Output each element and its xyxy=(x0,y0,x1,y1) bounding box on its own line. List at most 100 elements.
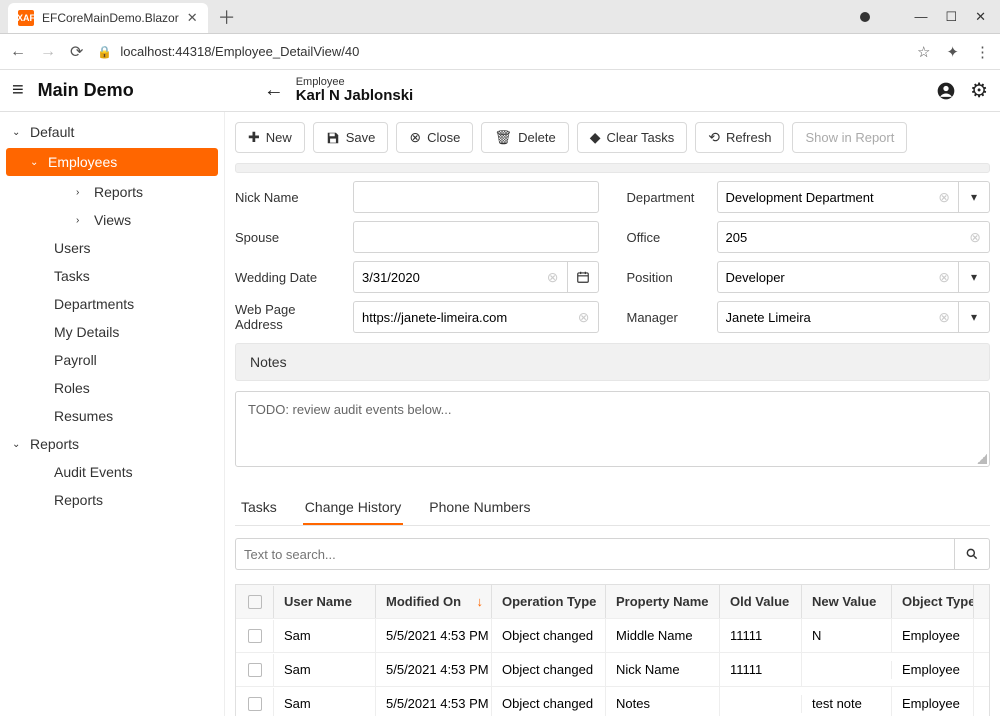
wedding-date-input[interactable]: ⊗ xyxy=(353,261,567,293)
url-field[interactable]: 🔒 localhost:44318/Employee_DetailView/40 xyxy=(97,44,903,59)
detail-tabs: Tasks Change History Phone Numbers xyxy=(235,491,990,526)
account-icon[interactable] xyxy=(936,81,956,101)
notes-header: Notes xyxy=(235,343,990,381)
plus-icon: ✚ xyxy=(248,129,260,146)
new-tab-button[interactable]: ＋ xyxy=(218,4,236,30)
cell-old xyxy=(720,695,802,713)
delete-button[interactable]: 🗑Delete xyxy=(481,122,568,153)
sidebar-item-audit-events[interactable]: Audit Events xyxy=(0,458,224,486)
sidebar-item-employees[interactable]: ⌄Employees xyxy=(6,148,218,176)
refresh-button[interactable]: ⟲Refresh xyxy=(695,122,784,153)
clear-icon[interactable]: ⊗ xyxy=(938,269,950,286)
clear-tasks-button[interactable]: ◆Clear Tasks xyxy=(577,122,687,153)
department-input[interactable]: ⊗ xyxy=(717,181,959,213)
web-page-label: Web Page Address xyxy=(235,302,343,332)
manager-label: Manager xyxy=(627,310,707,325)
nick-name-input[interactable] xyxy=(353,181,599,213)
gear-icon[interactable]: ⚙ xyxy=(970,78,988,103)
window-maximize-button[interactable]: ☐ xyxy=(945,9,957,25)
sidebar-item-roles[interactable]: Roles xyxy=(0,374,224,402)
position-input[interactable]: ⊗ xyxy=(717,261,959,293)
tab-change-history[interactable]: Change History xyxy=(303,491,404,525)
office-input[interactable]: ⊗ xyxy=(717,221,991,253)
col-property[interactable]: Property Name xyxy=(606,585,720,618)
sidebar-item-departments[interactable]: Departments xyxy=(0,290,224,318)
nav-back-icon[interactable]: ← xyxy=(10,43,26,61)
window-close-button[interactable]: ✕ xyxy=(975,9,986,25)
clear-icon[interactable]: ⊗ xyxy=(547,269,559,286)
col-modified[interactable]: Modified On xyxy=(376,585,492,618)
spouse-input[interactable] xyxy=(353,221,599,253)
grid-search-button[interactable] xyxy=(954,538,990,570)
sidebar-item-my-details[interactable]: My Details xyxy=(0,318,224,346)
grid-search-input[interactable] xyxy=(235,538,954,570)
col-user[interactable]: User Name xyxy=(274,585,376,618)
department-label: Department xyxy=(627,190,707,205)
tab-phone-numbers[interactable]: Phone Numbers xyxy=(427,491,532,525)
sidebar-item-employees-reports[interactable]: ›Reports xyxy=(0,178,224,206)
nav-reload-icon[interactable]: ⟳ xyxy=(70,42,83,62)
browser-address-bar: ← → ⟳ 🔒 localhost:44318/Employee_DetailV… xyxy=(0,34,1000,70)
chevron-down-icon: ⌄ xyxy=(12,127,22,138)
sidebar-item-users[interactable]: Users xyxy=(0,234,224,262)
clear-icon[interactable]: ⊗ xyxy=(938,189,950,206)
cell-modified: 5/5/2021 4:53 PM xyxy=(376,653,492,686)
manager-dropdown-button[interactable]: ▾ xyxy=(958,301,990,333)
sidebar-item-tasks[interactable]: Tasks xyxy=(0,262,224,290)
col-operation[interactable]: Operation Type xyxy=(492,585,606,618)
hamburger-icon[interactable]: ≡ xyxy=(12,79,24,102)
back-arrow-icon[interactable]: ← xyxy=(264,79,284,102)
row-checkbox[interactable] xyxy=(236,620,274,652)
department-dropdown-button[interactable]: ▾ xyxy=(958,181,990,213)
toolbar: ✚New Save ⊗Close 🗑Delete ◆Clear Tasks ⟲R… xyxy=(225,112,1000,163)
tab-tasks[interactable]: Tasks xyxy=(239,491,279,525)
sidebar-item-reports-root[interactable]: ⌄Reports xyxy=(0,430,224,458)
calendar-button[interactable] xyxy=(567,261,599,293)
close-circle-icon: ⊗ xyxy=(409,129,421,146)
col-old[interactable]: Old Value xyxy=(720,585,802,618)
browser-titlebar: XAF EFCoreMainDemo.Blazor ✕ ＋ — ☐ ✕ xyxy=(0,0,1000,34)
position-dropdown-button[interactable]: ▾ xyxy=(958,261,990,293)
window-minimize-button[interactable]: — xyxy=(914,9,927,24)
table-row[interactable]: Sam5/5/2021 4:53 PMObject changedMiddle … xyxy=(236,618,989,652)
position-label: Position xyxy=(627,270,707,285)
resize-handle-icon[interactable] xyxy=(977,454,987,464)
table-row[interactable]: Sam5/5/2021 4:53 PMObject changedNoteste… xyxy=(236,686,989,716)
show-in-report-button[interactable]: Show in Report xyxy=(792,122,907,153)
tab-close-icon[interactable]: ✕ xyxy=(187,10,198,26)
sidebar-item-payroll[interactable]: Payroll xyxy=(0,346,224,374)
bookmark-icon[interactable]: ☆ xyxy=(917,43,930,61)
sidebar-item-default[interactable]: ⌄Default xyxy=(0,118,224,146)
extensions-icon[interactable]: ✦ xyxy=(946,43,959,61)
browser-tab[interactable]: XAF EFCoreMainDemo.Blazor ✕ xyxy=(8,3,208,33)
clear-icon[interactable]: ⊗ xyxy=(578,309,590,326)
sidebar-item-reports-sub[interactable]: Reports xyxy=(0,486,224,514)
lock-icon: 🔒 xyxy=(97,45,112,59)
new-button[interactable]: ✚New xyxy=(235,122,305,153)
notes-textarea[interactable]: TODO: review audit events below... xyxy=(235,391,990,467)
table-row[interactable]: Sam5/5/2021 4:53 PMObject changedNick Na… xyxy=(236,652,989,686)
web-page-input[interactable]: ⊗ xyxy=(353,301,599,333)
col-object[interactable]: Object Type xyxy=(892,585,974,618)
tab-title: EFCoreMainDemo.Blazor xyxy=(42,11,179,25)
row-checkbox[interactable] xyxy=(236,654,274,686)
media-indicator-icon[interactable] xyxy=(860,12,870,22)
nav-forward-icon[interactable]: → xyxy=(40,43,56,61)
save-button[interactable]: Save xyxy=(313,122,389,153)
sidebar-item-resumes[interactable]: Resumes xyxy=(0,402,224,430)
clear-icon[interactable]: ⊗ xyxy=(938,309,950,326)
cell-property: Nick Name xyxy=(606,653,720,686)
sidebar-item-employees-views[interactable]: ›Views xyxy=(0,206,224,234)
cell-new xyxy=(802,661,892,679)
close-button[interactable]: ⊗Close xyxy=(396,122,473,153)
row-checkbox[interactable] xyxy=(236,688,274,716)
col-new[interactable]: New Value xyxy=(802,585,892,618)
notes-value: TODO: review audit events below... xyxy=(248,402,452,417)
clear-icon[interactable]: ⊗ xyxy=(969,229,981,246)
manager-input[interactable]: ⊗ xyxy=(717,301,959,333)
select-all-checkbox[interactable] xyxy=(236,586,274,618)
trash-icon: 🗑 xyxy=(494,129,512,146)
cell-operation: Object changed xyxy=(492,653,606,686)
browser-menu-icon[interactable]: ⋮ xyxy=(975,43,990,61)
cell-new: test note xyxy=(802,687,892,716)
